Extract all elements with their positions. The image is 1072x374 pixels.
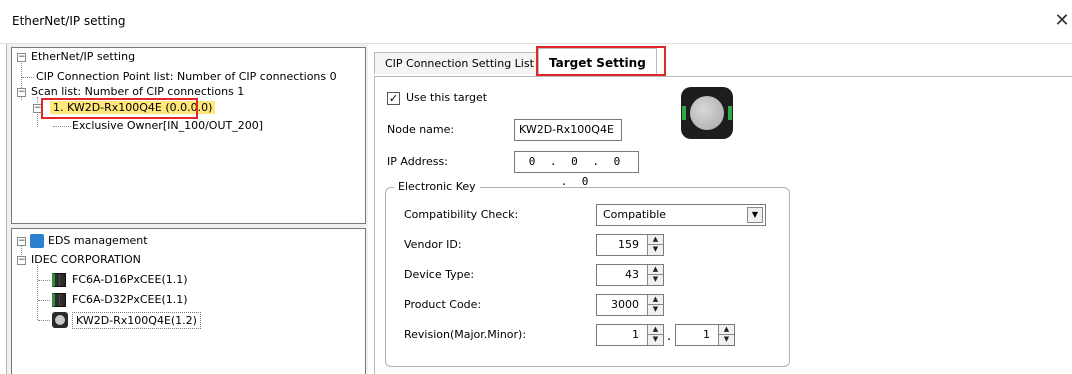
device-type-stepper[interactable]: 43 ▲ ▼ [596, 264, 664, 286]
target-callout-box [41, 98, 198, 119]
revision-major-stepper[interactable]: 1 ▲ ▼ [596, 324, 664, 346]
target-setting-panel: ✓ Use this target Node name: KW2D-Rx100Q… [374, 76, 1072, 374]
chevron-down-icon[interactable]: ▼ [747, 207, 763, 223]
tree-item-vendor[interactable]: IDEC CORPORATION [31, 252, 141, 268]
compatibility-check-select[interactable]: Compatible ▼ [596, 204, 766, 226]
use-target-checkbox[interactable]: ✓ [387, 92, 400, 105]
node-name-input[interactable]: KW2D-Rx100Q4E [514, 119, 622, 141]
device-type-label: Device Type: [404, 268, 475, 281]
product-code-label: Product Code: [404, 298, 482, 311]
node-name-label: Node name: [387, 123, 455, 136]
electronic-key-title: Electronic Key [394, 180, 480, 193]
device-led [682, 106, 686, 120]
rfid-reader-icon [52, 312, 68, 328]
title-bar: EtherNet/IP setting ✕ [0, 0, 1072, 44]
decrement-icon[interactable]: ▼ [648, 335, 663, 345]
tree-line [53, 126, 71, 127]
product-code-value: 3000 [611, 298, 639, 311]
device-icon [52, 293, 66, 307]
compatibility-check-value: Compatible [603, 208, 667, 221]
device-led [728, 106, 732, 120]
revision-separator: . [667, 329, 672, 344]
target-tab-callout-box [536, 46, 666, 76]
device-type-value: 43 [625, 268, 639, 281]
ip-address-label: IP Address: [387, 155, 448, 168]
device-face [690, 96, 724, 130]
increment-icon[interactable]: ▲ [648, 265, 663, 275]
compatibility-check-label: Compatibility Check: [404, 208, 519, 221]
product-code-stepper[interactable]: 3000 ▲ ▼ [596, 294, 664, 316]
tab-cip-connection-setting-list[interactable]: CIP Connection Setting List [374, 52, 545, 74]
tree-item-eds-management[interactable]: EDS management [48, 233, 148, 249]
close-icon[interactable]: ✕ [1052, 12, 1072, 32]
tree-item-cip-connection-points[interactable]: CIP Connection Point list: Number of CIP… [36, 69, 337, 85]
tree-item-device-selected[interactable]: KW2D-Rx100Q4E(1.2) [72, 312, 201, 329]
eds-tree: − EDS management − IDEC CORPORATION FC6A… [11, 228, 366, 374]
ethernetip-tree: − EtherNet/IP setting CIP Connection Poi… [11, 47, 366, 224]
device-image [681, 87, 733, 139]
tree-line [38, 300, 50, 301]
vendor-id-stepper[interactable]: 159 ▲ ▼ [596, 234, 664, 256]
collapse-icon[interactable]: − [17, 237, 26, 246]
increment-icon[interactable]: ▲ [648, 295, 663, 305]
electronic-key-group: Electronic Key Compatibility Check: Comp… [385, 180, 790, 367]
tree-item-device[interactable]: FC6A-D32PxCEE(1.1) [72, 292, 188, 308]
left-pane: − EtherNet/IP setting CIP Connection Poi… [6, 44, 368, 374]
revision-major-value: 1 [632, 328, 639, 341]
tree-item-device[interactable]: FC6A-D16PxCEE(1.1) [72, 272, 188, 288]
eds-icon [30, 234, 44, 248]
collapse-icon[interactable]: − [17, 256, 26, 265]
use-target-label: Use this target [406, 91, 488, 104]
collapse-icon[interactable]: − [17, 53, 26, 62]
revision-label: Revision(Major.Minor): [404, 328, 527, 341]
revision-minor-value: 1 [703, 328, 710, 341]
tree-line [22, 77, 34, 78]
device-icon [52, 273, 66, 287]
vendor-id-value: 159 [618, 238, 639, 251]
increment-icon[interactable]: ▲ [648, 325, 663, 335]
tab-strip: CIP Connection Setting List Target Setti… [374, 44, 1072, 76]
tree-line [38, 280, 50, 281]
tree-line [38, 320, 50, 321]
collapse-icon[interactable]: − [17, 88, 26, 97]
revision-minor-stepper[interactable]: 1 ▲ ▼ [675, 324, 735, 346]
increment-icon[interactable]: ▲ [648, 235, 663, 245]
tree-item-connection[interactable]: Exclusive Owner[IN_100/OUT_200] [72, 118, 263, 134]
increment-icon[interactable]: ▲ [719, 325, 734, 335]
tree-item-ethernetip-setting[interactable]: EtherNet/IP setting [31, 49, 135, 65]
tree-line [37, 265, 38, 320]
window-title: EtherNet/IP setting [12, 14, 126, 28]
decrement-icon[interactable]: ▼ [648, 275, 663, 285]
decrement-icon[interactable]: ▼ [648, 245, 663, 255]
decrement-icon[interactable]: ▼ [719, 335, 734, 345]
ip-address-input[interactable]: 0 . 0 . 0 . 0 [514, 151, 639, 188]
decrement-icon[interactable]: ▼ [648, 305, 663, 315]
vendor-id-label: Vendor ID: [404, 238, 462, 251]
